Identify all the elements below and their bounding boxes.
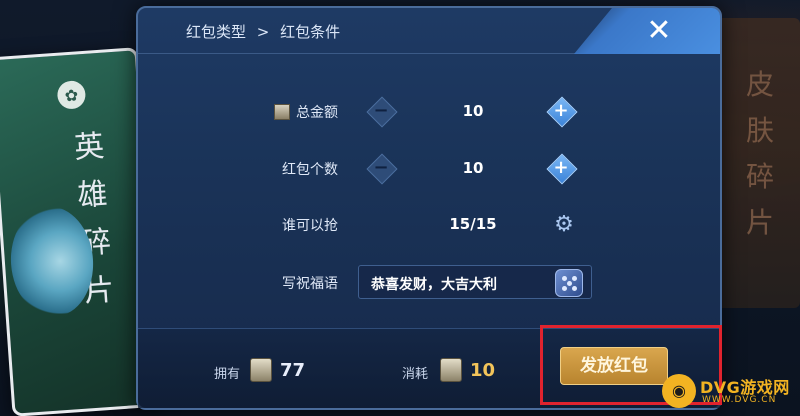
row-total-amount: 总金额 − 10 + [138,94,720,130]
total-amount-value: 10 [462,102,484,120]
increase-amount-button[interactable]: + [546,96,576,126]
gear-icon[interactable]: ⚙ [552,213,576,237]
dice-icon[interactable] [555,269,583,297]
total-amount-label: 总金额 [274,102,338,122]
blessing-input[interactable]: 恭喜发财，大吉大利 [358,265,592,299]
row-packet-count: 红包个数 − 10 + [138,151,720,187]
dialog-header: 红包类型 > 红包条件 ✕ [138,8,720,54]
minus-icon: − [373,157,389,178]
emblem-icon: ✿ [56,79,87,110]
packet-count-value: 10 [462,159,484,177]
watermark-sub: WWW.DVG.CN [702,395,777,405]
row-who-can-grab: 谁可以抢 15/15 ⚙ [138,207,720,243]
blessing-label: 写祝福语 [282,276,338,292]
plus-icon: + [553,157,569,178]
increase-count-button[interactable]: + [546,153,576,183]
own-value: 77 [280,360,306,381]
blessing-text: 恭喜发财，大吉大利 [371,277,497,293]
cost-value: 10 [470,360,496,381]
breadcrumb-separator: > [256,23,270,41]
coin-icon [440,358,462,382]
skin-fragment-text: 皮肤碎片 [745,68,774,239]
who-can-grab-value: 15/15 [449,215,497,233]
breadcrumb-parent[interactable]: 红包类型 [186,23,246,41]
decrease-amount-button[interactable]: − [366,96,396,126]
breadcrumb: 红包类型 > 红包条件 [186,21,346,42]
cost-label: 消耗 [402,367,429,382]
skin-fragment-card: 皮肤碎片 [712,18,800,308]
gold-icon [274,104,290,120]
coin-icon [250,358,272,382]
packet-count-label: 红包个数 [282,162,338,178]
decrease-count-button[interactable]: − [366,153,396,183]
watermark-logo-icon: ◉ [662,374,696,408]
who-can-grab-label: 谁可以抢 [282,218,338,234]
breadcrumb-current: 红包条件 [280,23,341,41]
watermark: ◉ DVG游戏网 WWW.DVG.CN [662,372,794,410]
plus-icon: + [553,100,569,121]
close-icon[interactable]: ✕ [644,16,674,46]
own-label: 拥有 [214,367,241,382]
minus-icon: − [373,100,389,121]
